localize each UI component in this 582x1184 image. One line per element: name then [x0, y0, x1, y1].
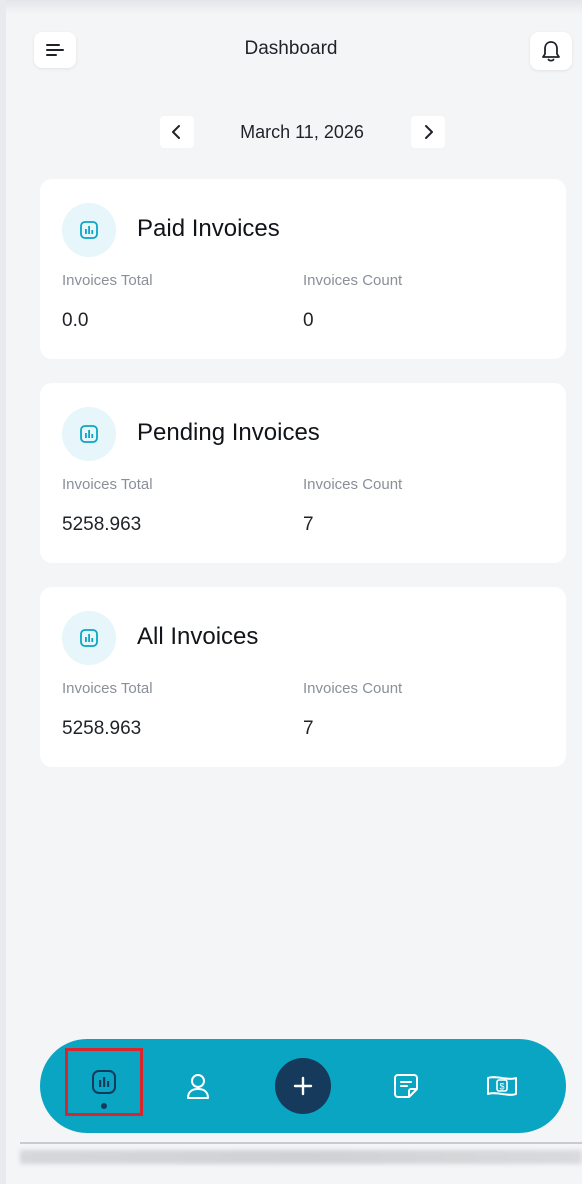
invoices-total-value: 0.0: [62, 310, 89, 331]
date-navigator: March 11, 2026: [0, 116, 582, 150]
paid-invoices-card[interactable]: Paid Invoices Invoices Total Invoices Co…: [40, 179, 566, 359]
invoices-total-label: Invoices Total: [62, 272, 153, 289]
chart-icon: [92, 1070, 116, 1094]
chart-icon-badge: [62, 203, 116, 257]
card-title: Paid Invoices: [137, 215, 280, 242]
invoices-count-label: Invoices Count: [303, 476, 403, 493]
invoices-count-value: 7: [303, 514, 314, 535]
chart-icon-badge: [62, 611, 116, 665]
svg-text:$: $: [499, 1082, 504, 1092]
next-date-button[interactable]: [411, 116, 445, 148]
invoices-count-value: 7: [303, 718, 314, 739]
invoices-count-label: Invoices Count: [303, 272, 403, 289]
nav-add[interactable]: [271, 1039, 335, 1133]
divider: [20, 1142, 582, 1144]
plus-icon: [293, 1076, 313, 1096]
all-invoices-card[interactable]: All Invoices Invoices Total Invoices Cou…: [40, 587, 566, 767]
user-icon: [187, 1074, 209, 1099]
add-button[interactable]: [275, 1058, 331, 1114]
invoices-total-label: Invoices Total: [62, 476, 153, 493]
nav-payments[interactable]: $: [470, 1039, 534, 1133]
invoices-total-value: 5258.963: [62, 718, 142, 739]
bottom-edge: [20, 1150, 582, 1164]
chevron-right-icon: [425, 125, 433, 139]
chart-icon: [80, 221, 98, 239]
bottom-nav: $: [40, 1039, 566, 1133]
card-title: Pending Invoices: [137, 419, 320, 446]
invoices-count-value: 0: [303, 310, 314, 331]
left-edge: [0, 0, 6, 1184]
active-indicator-dot: [101, 1103, 107, 1109]
notifications-button[interactable]: [530, 32, 572, 70]
page-title: Dashboard: [244, 38, 338, 59]
current-date: March 11, 2026: [240, 122, 364, 142]
bell-icon: [542, 41, 560, 62]
invoices-total-value: 5258.963: [62, 514, 142, 535]
app-header: Dashboard: [0, 18, 582, 80]
invoices-total-label: Invoices Total: [62, 680, 153, 697]
pending-invoices-card[interactable]: Pending Invoices Invoices Total Invoices…: [40, 383, 566, 563]
top-edge: [0, 0, 582, 14]
nav-customers[interactable]: [166, 1039, 230, 1133]
card-title: All Invoices: [137, 623, 259, 650]
chart-icon: [80, 425, 98, 443]
note-icon: [394, 1074, 418, 1098]
chart-icon-badge: [62, 407, 116, 461]
chart-icon: [80, 629, 98, 647]
nav-notes[interactable]: [374, 1039, 438, 1133]
money-icon: $: [487, 1076, 517, 1096]
invoices-count-label: Invoices Count: [303, 680, 403, 697]
nav-dashboard[interactable]: [65, 1048, 143, 1116]
